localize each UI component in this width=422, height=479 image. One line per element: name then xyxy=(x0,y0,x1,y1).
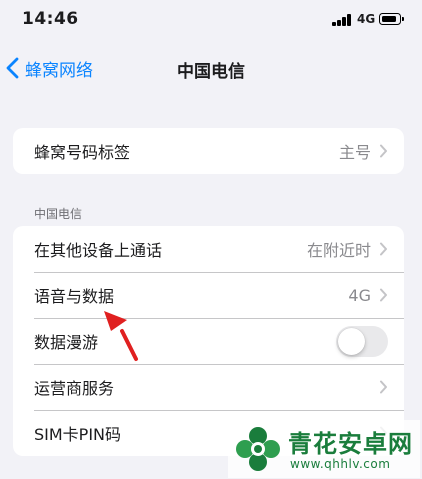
battery-cap xyxy=(402,17,404,21)
carrier-services-row[interactable]: 运营商服务 xyxy=(13,364,404,410)
data-roaming-row: 数据漫游 xyxy=(13,318,404,364)
section-header: 中国电信 xyxy=(34,207,83,221)
watermark-site-name: 青花安卓网 xyxy=(288,430,413,458)
row-label: 蜂窝号码标签 xyxy=(34,143,131,162)
chevron-right-icon xyxy=(380,288,387,302)
row-value: 在附近时 xyxy=(306,241,371,260)
row-label: 数据漫游 xyxy=(34,333,99,352)
chevron-right-icon xyxy=(380,380,387,394)
toggle-knob xyxy=(338,327,365,355)
navigation-bar: 蜂窝网络 中国电信 xyxy=(0,44,422,92)
row-label: 在其他设备上通话 xyxy=(34,241,163,260)
row-label: SIM卡PIN码 xyxy=(34,425,122,444)
row-value: 主号 xyxy=(338,143,371,162)
battery-icon xyxy=(379,13,401,25)
chevron-right-icon xyxy=(380,144,387,158)
network-type-label: 4G xyxy=(357,12,376,26)
watermark-url: www.qhhlv.com xyxy=(290,457,391,471)
status-time: 14:46 xyxy=(22,9,79,29)
row-label: 运营商服务 xyxy=(34,379,115,398)
cellular-plan-label-row[interactable]: 蜂窝号码标签 主号 xyxy=(13,128,404,174)
calls-on-other-devices-row[interactable]: 在其他设备上通话 在附近时 xyxy=(13,226,404,272)
signal-strength-icon xyxy=(332,14,354,26)
page-title: 中国电信 xyxy=(177,62,245,82)
row-label: 语音与数据 xyxy=(34,287,115,306)
flower-logo-icon xyxy=(236,427,280,471)
cellular-label-group: 蜂窝号码标签 主号 xyxy=(13,128,404,174)
status-bar: 14:46 4G xyxy=(0,0,422,44)
voice-and-data-row[interactable]: 语音与数据 4G xyxy=(13,272,404,318)
row-value: 4G xyxy=(348,285,371,305)
chevron-right-icon xyxy=(380,242,387,256)
data-roaming-toggle[interactable] xyxy=(336,325,388,357)
watermark: 青花安卓网 www.qhhlv.com xyxy=(228,420,420,478)
